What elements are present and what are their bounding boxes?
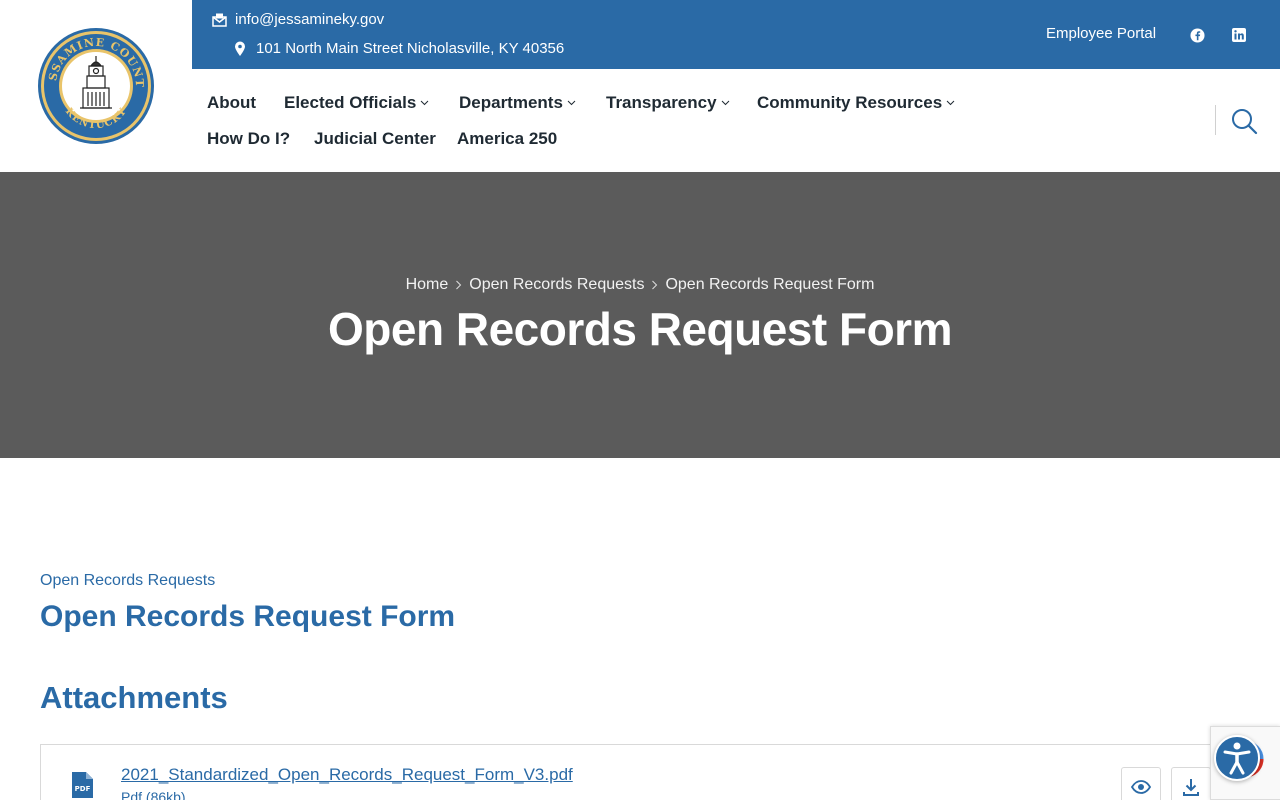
chevron-down-icon bbox=[721, 100, 729, 106]
attachments-heading: Attachments bbox=[40, 680, 228, 715]
nav-item-label: Departments bbox=[459, 93, 563, 112]
eye-icon bbox=[1131, 780, 1151, 794]
category-link[interactable]: Open Records Requests bbox=[40, 572, 215, 590]
logo-area: JESSAMINE COUNTY KENTUCKY bbox=[0, 0, 192, 172]
mail-icon bbox=[211, 12, 227, 28]
accessibility-button[interactable] bbox=[1214, 735, 1260, 781]
nav-item-america-250[interactable]: America 250 bbox=[457, 129, 557, 149]
download-icon bbox=[1183, 779, 1199, 796]
nav-item-label: How Do I? bbox=[207, 129, 291, 148]
map-pin-icon bbox=[232, 41, 248, 57]
hero-title: Open Records Request Form bbox=[328, 303, 952, 355]
nav-item-about[interactable]: About bbox=[207, 93, 256, 113]
breadcrumb-open-records[interactable]: Open Records Requests bbox=[469, 276, 644, 294]
main-navigation: About Elected Officials Departments Tran… bbox=[192, 69, 1280, 172]
attachment-item: PDF 2021_Standardized_Open_Records_Reque… bbox=[40, 744, 1240, 800]
chevron-down-icon bbox=[567, 100, 576, 106]
svg-text:PDF: PDF bbox=[75, 785, 91, 793]
chevron-down-icon bbox=[420, 100, 429, 106]
nav-item-transparency[interactable]: Transparency bbox=[606, 93, 730, 113]
attachment-meta: Pdf (86kb) bbox=[121, 789, 186, 800]
nav-item-community-resources[interactable]: Community Resources bbox=[757, 93, 955, 113]
county-seal-logo[interactable]: JESSAMINE COUNTY KENTUCKY bbox=[36, 26, 156, 146]
nav-item-label: Elected Officials bbox=[284, 93, 417, 112]
view-button[interactable] bbox=[1121, 767, 1161, 800]
page-hero: Home Open Records Requests Open Records … bbox=[0, 172, 1280, 458]
nav-item-how-do-i[interactable]: How Do I? bbox=[207, 129, 290, 149]
search-icon[interactable] bbox=[1230, 107, 1258, 135]
nav-item-label: America 250 bbox=[457, 129, 558, 148]
facebook-icon[interactable] bbox=[1188, 26, 1206, 44]
page-title: Open Records Request Form bbox=[40, 600, 456, 633]
contact-address: 101 North Main Street Nicholasville, KY … bbox=[232, 40, 564, 57]
breadcrumb-current: Open Records Request Form bbox=[665, 276, 875, 293]
chevron-down-icon bbox=[946, 100, 955, 106]
nav-item-elected-officials[interactable]: Elected Officials bbox=[284, 93, 429, 113]
chevron-right-icon bbox=[456, 280, 462, 290]
contact-email[interactable]: info@jessamineky.gov bbox=[211, 11, 384, 28]
download-button[interactable] bbox=[1171, 767, 1211, 800]
accessibility-icon bbox=[1223, 742, 1251, 775]
nav-item-label: Transparency bbox=[606, 93, 717, 112]
breadcrumb: Home Open Records Requests Open Records … bbox=[0, 276, 1280, 294]
nav-item-departments[interactable]: Departments bbox=[459, 93, 576, 113]
top-contact-bar: info@jessamineky.gov 101 North Main Stre… bbox=[192, 0, 1280, 69]
chevron-right-icon bbox=[652, 280, 658, 290]
employee-portal-link[interactable]: Employee Portal bbox=[1046, 25, 1156, 42]
nav-item-label: About bbox=[207, 93, 257, 112]
contact-address-text: 101 North Main Street Nicholasville, KY … bbox=[256, 40, 565, 57]
pdf-icon: PDF bbox=[72, 772, 93, 798]
contact-email-text: info@jessamineky.gov bbox=[235, 11, 385, 28]
nav-item-label: Community Resources bbox=[757, 93, 943, 112]
attachment-filename-link[interactable]: 2021_Standardized_Open_Records_Request_F… bbox=[121, 765, 573, 785]
breadcrumb-home[interactable]: Home bbox=[406, 276, 449, 294]
nav-divider bbox=[1215, 105, 1216, 135]
nav-item-label: Judicial Center bbox=[314, 129, 436, 148]
linkedin-icon[interactable] bbox=[1230, 26, 1248, 44]
nav-item-judicial-center[interactable]: Judicial Center bbox=[314, 129, 436, 149]
